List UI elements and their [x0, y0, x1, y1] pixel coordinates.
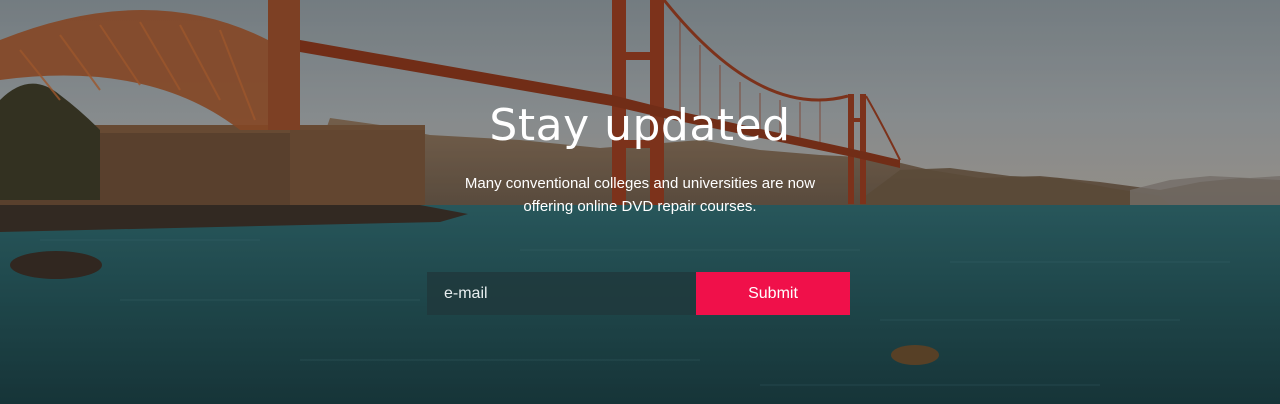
email-input[interactable] [427, 272, 696, 315]
newsletter-section: Stay updated Many conventional colleges … [0, 0, 1280, 404]
newsletter-hero: Stay updated Many conventional colleges … [0, 0, 1280, 404]
newsletter-title: Stay updated [489, 100, 791, 151]
newsletter-description: Many conventional colleges and universit… [464, 175, 816, 215]
subscribe-form: Submit [427, 272, 850, 315]
submit-button[interactable]: Submit [696, 272, 850, 315]
